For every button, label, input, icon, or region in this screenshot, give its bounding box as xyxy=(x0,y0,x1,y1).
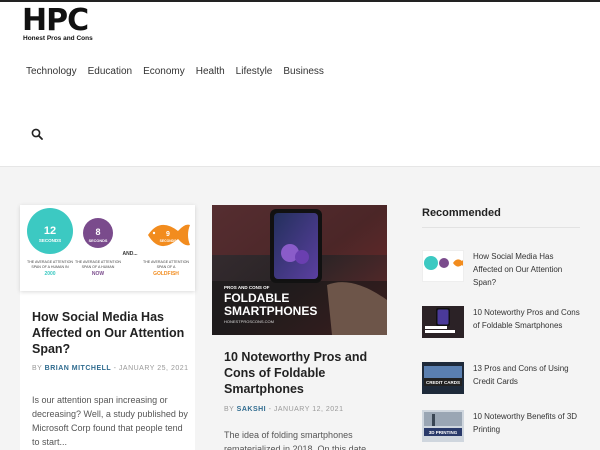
recommended-thumbnail[interactable]: 3D PRINTING xyxy=(422,410,464,442)
infographic-a-cap1: THE AVERAGE ATTENTION xyxy=(27,260,73,264)
nav-health[interactable]: Health xyxy=(196,66,225,77)
infographic-b-unit: SECONDS xyxy=(89,239,108,243)
nav-technology[interactable]: Technology xyxy=(26,66,77,77)
post-card: PROS AND CONS OF FOLDABLE SMARTPHONES HO… xyxy=(212,205,387,450)
infographic-a-cap2: SPAN OF A HUMAN IN xyxy=(31,265,69,269)
post-date: JANUARY 25, 2021 xyxy=(118,365,189,372)
recommended-divider xyxy=(422,227,580,228)
recommended-label[interactable]: How Social Media Has Affected on Our Att… xyxy=(473,250,583,289)
nav-education[interactable]: Education xyxy=(88,66,132,77)
logo-tagline: Honest Pros and Cons xyxy=(23,35,93,42)
infographic-c-cap2: SPAN OF A xyxy=(157,265,176,269)
meta-separator: - xyxy=(266,406,274,413)
post-meta: BY BRIAN MITCHELL - JANUARY 25, 2021 xyxy=(32,365,189,372)
post-meta: BY SAKSHI - JANUARY 12, 2021 xyxy=(224,406,343,413)
banner-big1: FOLDABLE xyxy=(224,291,289,305)
infographic-b-num: 8 xyxy=(95,227,100,237)
recommended-thumbnail[interactable]: CREDIT CARDS xyxy=(422,362,464,394)
thumb-infographic xyxy=(424,256,463,270)
recommended-item[interactable]: How Social Media Has Affected on Our Att… xyxy=(422,250,582,292)
recommended-item[interactable]: CREDIT CARDS 13 Pros and Cons of Using C… xyxy=(422,362,582,404)
meta-separator: - xyxy=(111,365,119,372)
thumb-credit-cards: CREDIT CARDS xyxy=(424,366,462,386)
post-title[interactable]: 10 Noteworthy Pros and Cons of Foldable … xyxy=(224,349,384,397)
post-thumbnail[interactable]: 12 SECONDS THE AVERAGE ATTENTION SPAN OF… xyxy=(20,205,195,291)
search-icon[interactable] xyxy=(31,128,43,140)
thumb-foldable xyxy=(425,308,455,333)
site-header: HPC Honest Pros and Cons Technology Educ… xyxy=(0,0,600,167)
infographic-a-num: 12 xyxy=(44,225,56,237)
nav-economy[interactable]: Economy xyxy=(143,66,185,77)
post-date: JANUARY 12, 2021 xyxy=(273,406,344,413)
infographic-c-unit: SECONDS xyxy=(160,239,178,243)
infographic-c-num: 9 xyxy=(166,231,170,238)
meta-by: BY xyxy=(224,406,235,413)
infographic-a-unit: SECONDS xyxy=(39,238,61,243)
recommended-thumbnail[interactable] xyxy=(422,306,464,338)
thumb-3d-text: 3D PRINTING xyxy=(429,430,458,435)
infographic-c-cap1: THE AVERAGE ATTENTION xyxy=(143,260,189,264)
recommended-label[interactable]: 10 Noteworthy Pros and Cons of Foldable … xyxy=(473,306,583,332)
infographic-c-year: GOLDFISH xyxy=(153,271,179,277)
meta-by: BY xyxy=(32,365,43,372)
infographic-b-year: NOW xyxy=(92,271,105,277)
infographic-b-cap1: THE AVERAGE ATTENTION xyxy=(75,260,121,264)
post-author[interactable]: BRIAN MITCHELL xyxy=(45,365,112,372)
main-nav: Technology Education Economy Health Life… xyxy=(26,66,335,77)
recommended-label[interactable]: 10 Noteworthy Benefits of 3D Printing xyxy=(473,410,583,436)
post-title[interactable]: How Social Media Has Affected on Our Att… xyxy=(32,309,192,357)
infographic-and: AND... xyxy=(123,251,139,257)
post-author[interactable]: SAKSHI xyxy=(237,406,266,413)
post-thumbnail[interactable]: PROS AND CONS OF FOLDABLE SMARTPHONES HO… xyxy=(212,205,387,335)
post-card: 12 SECONDS THE AVERAGE ATTENTION SPAN OF… xyxy=(20,205,195,450)
banner-site: HONESTPROSCONS.COM xyxy=(224,319,274,324)
thumb-credit-text: CREDIT CARDS xyxy=(426,380,460,385)
recommended-thumbnail[interactable] xyxy=(422,250,464,282)
thumb-3d-printing: 3D PRINTING xyxy=(424,412,462,436)
infographic-b-cap2: SPAN OF A HUMAN xyxy=(82,265,115,269)
banner-small: PROS AND CONS OF xyxy=(224,285,270,290)
top-border xyxy=(0,0,600,2)
post-excerpt: Is our attention span increasing or decr… xyxy=(32,395,188,447)
nav-business[interactable]: Business xyxy=(283,66,324,77)
logo-mark: HPC xyxy=(22,3,89,38)
foldable-smartphones-banner: PROS AND CONS OF FOLDABLE SMARTPHONES HO… xyxy=(212,205,387,335)
recommended-item[interactable]: 10 Noteworthy Pros and Cons of Foldable … xyxy=(422,306,582,348)
recommended-label[interactable]: 13 Pros and Cons of Using Credit Cards xyxy=(473,362,583,388)
attention-span-infographic: 12 SECONDS THE AVERAGE ATTENTION SPAN OF… xyxy=(27,208,190,277)
nav-lifestyle[interactable]: Lifestyle xyxy=(236,66,273,77)
recommended-heading: Recommended xyxy=(422,207,501,219)
post-excerpt: The idea of folding smartphones remateri… xyxy=(224,430,369,450)
banner-big2: SMARTPHONES xyxy=(224,304,317,318)
recommended-item[interactable]: 3D PRINTING 10 Noteworthy Benefits of 3D… xyxy=(422,410,582,450)
site-logo[interactable]: HPC Honest Pros and Cons xyxy=(22,3,102,43)
infographic-a-year: 2000 xyxy=(44,271,55,277)
